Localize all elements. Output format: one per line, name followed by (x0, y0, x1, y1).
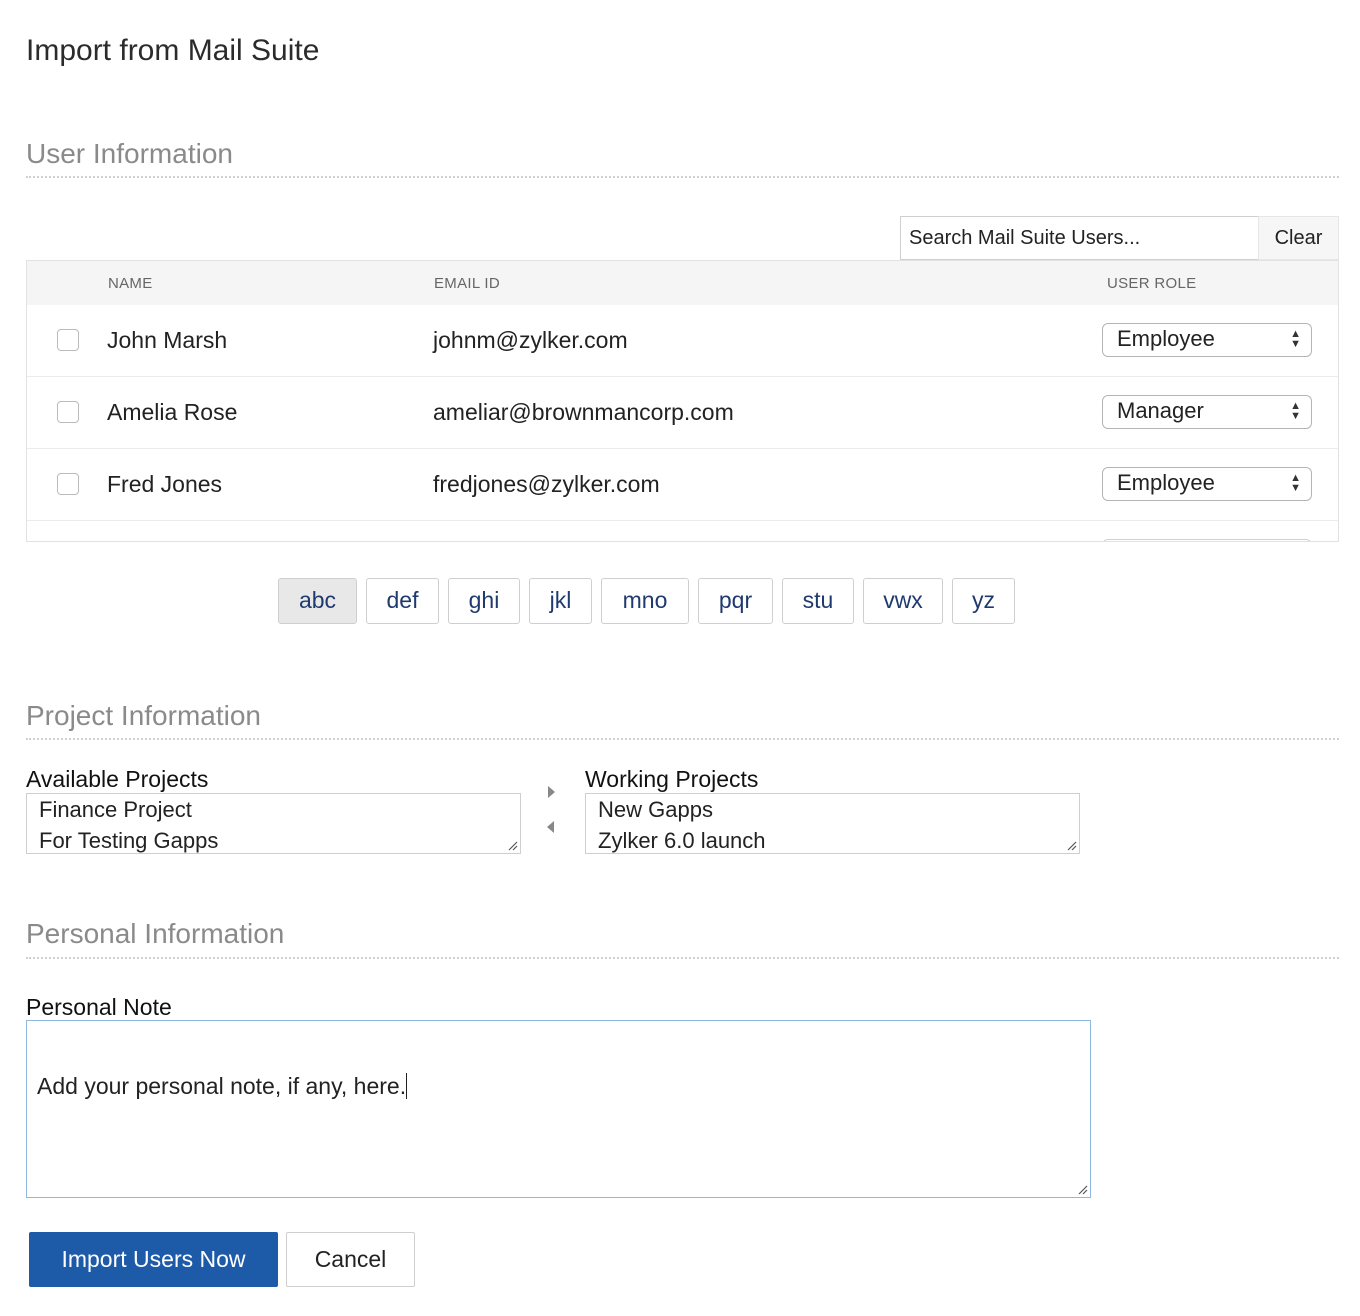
page-title: Import from Mail Suite (26, 34, 320, 67)
user-name: Fred Jones (107, 471, 223, 497)
column-header-email: EMAIL ID (434, 275, 501, 292)
personal-note-label: Personal Note (26, 994, 172, 1020)
row-checkbox[interactable] (57, 401, 79, 423)
working-projects-list[interactable]: New Gapps Zylker 6.0 launch (585, 793, 1080, 854)
user-email: ameliar@brownmancorp.com (433, 399, 734, 425)
resize-handle-icon[interactable] (1065, 839, 1077, 851)
working-projects-label: Working Projects (585, 766, 759, 792)
pager-def[interactable]: def (366, 578, 439, 624)
table-row-partial (27, 521, 1338, 541)
user-role-select-partial (1102, 539, 1312, 541)
pager-abc[interactable]: abc (278, 578, 357, 624)
import-users-button[interactable]: Import Users Now (29, 1232, 278, 1287)
select-arrows-icon: ▲ ▼ (1290, 328, 1301, 350)
user-information-title: User Information (26, 138, 233, 169)
user-email: fredjones@zylker.com (433, 471, 660, 497)
move-right-arrow-icon[interactable] (545, 784, 557, 800)
clear-button[interactable]: Clear (1258, 216, 1339, 260)
list-item[interactable]: New Gapps (598, 794, 1067, 825)
column-header-role: USER ROLE (1107, 275, 1197, 292)
list-item[interactable]: Zylker 6.0 launch (598, 825, 1067, 853)
user-role-select[interactable]: Manager ▲ ▼ (1102, 395, 1312, 429)
select-arrows-icon: ▲ ▼ (1290, 472, 1301, 494)
personal-note-textarea[interactable]: Add your personal note, if any, here. (26, 1020, 1091, 1198)
pager-ghi[interactable]: ghi (448, 578, 520, 624)
user-role-value: Employee (1117, 470, 1215, 495)
row-checkbox[interactable] (57, 473, 79, 495)
list-item[interactable]: Finance Project (39, 794, 508, 825)
table-row: Fred Jones fredjones@zylker.com Employee… (27, 449, 1338, 521)
table-header: NAME EMAIL ID USER ROLE (27, 261, 1338, 305)
project-information-title: Project Information (26, 700, 261, 731)
user-email: johnm@zylker.com (433, 327, 628, 353)
user-name: Amelia Rose (107, 399, 238, 425)
pager-yz[interactable]: yz (952, 578, 1015, 624)
available-projects-label: Available Projects (26, 766, 209, 792)
table-row: Amelia Rose ameliar@brownmancorp.com Man… (27, 377, 1338, 449)
column-header-name: NAME (108, 275, 153, 292)
cancel-button[interactable]: Cancel (286, 1232, 415, 1287)
personal-information-title: Personal Information (26, 918, 285, 949)
user-role-value: Manager (1117, 398, 1204, 423)
text-cursor (406, 1073, 408, 1099)
table-row: John Marsh johnm@zylker.com Employee ▲ ▼ (27, 305, 1338, 377)
search-input[interactable] (900, 216, 1258, 260)
pager-jkl[interactable]: jkl (529, 578, 592, 624)
select-arrows-icon: ▲ ▼ (1290, 400, 1301, 422)
section-divider (26, 957, 1339, 959)
move-left-arrow-icon[interactable] (545, 819, 557, 835)
available-projects-list[interactable]: Finance Project For Testing Gapps (26, 793, 521, 854)
personal-note-value: Add your personal note, if any, here. (37, 1073, 407, 1099)
pager-pqr[interactable]: pqr (698, 578, 773, 624)
pager-mno[interactable]: mno (601, 578, 689, 624)
resize-handle-icon[interactable] (1076, 1183, 1088, 1195)
section-divider (26, 176, 1339, 178)
resize-handle-icon[interactable] (506, 839, 518, 851)
pager-stu[interactable]: stu (782, 578, 854, 624)
user-role-select[interactable]: Employee ▲ ▼ (1102, 467, 1312, 501)
user-role-value: Employee (1117, 326, 1215, 351)
search-bar: Clear (900, 216, 1339, 260)
row-checkbox[interactable] (57, 329, 79, 351)
section-divider (26, 738, 1339, 740)
pager-vwx[interactable]: vwx (863, 578, 943, 624)
user-role-select[interactable]: Employee ▲ ▼ (1102, 323, 1312, 357)
users-table: NAME EMAIL ID USER ROLE John Marsh johnm… (26, 260, 1339, 542)
list-item[interactable]: For Testing Gapps (39, 825, 508, 853)
user-name: John Marsh (107, 327, 228, 353)
